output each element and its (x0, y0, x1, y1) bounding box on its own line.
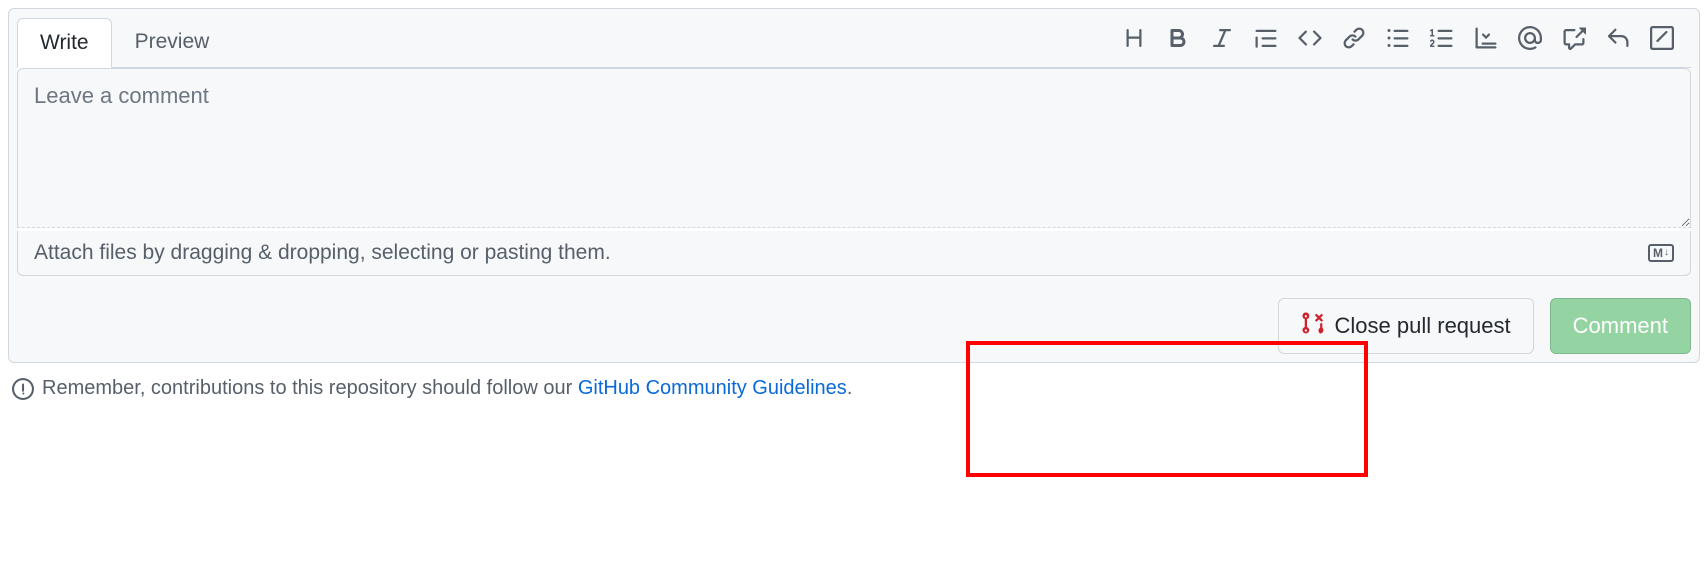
guidelines-link[interactable]: GitHub Community Guidelines (578, 377, 847, 399)
ordered-list-icon[interactable] (1427, 23, 1457, 53)
cross-reference-icon[interactable] (1559, 23, 1589, 53)
markdown-badge-icon[interactable]: M↓ (1648, 244, 1674, 262)
quote-icon[interactable] (1251, 23, 1281, 53)
action-bar: Close pull request Comment (9, 284, 1699, 362)
tab-write[interactable]: Write (17, 18, 112, 68)
info-icon (12, 378, 34, 400)
tabs: Write Preview (17, 17, 232, 67)
tab-preview[interactable]: Preview (112, 17, 233, 67)
heading-icon[interactable] (1119, 23, 1149, 53)
footer-text: Remember, contributions to this reposito… (42, 377, 852, 400)
attach-hint-row[interactable]: Attach files by dragging & dropping, sel… (17, 231, 1691, 276)
comment-button[interactable]: Comment (1550, 298, 1691, 354)
tab-bar: Write Preview (9, 9, 1699, 67)
code-icon[interactable] (1295, 23, 1325, 53)
footer-note: Remember, contributions to this reposito… (8, 363, 1700, 404)
comment-container: Write Preview (8, 8, 1700, 404)
link-icon[interactable] (1339, 23, 1369, 53)
attach-hint-text: Attach files by dragging & dropping, sel… (34, 241, 611, 265)
comment-textarea[interactable] (17, 68, 1691, 228)
close-button-label: Close pull request (1335, 313, 1511, 339)
reply-icon[interactable] (1603, 23, 1633, 53)
italic-icon[interactable] (1207, 23, 1237, 53)
comment-body: Attach files by dragging & dropping, sel… (17, 67, 1691, 276)
formatting-toolbar (1119, 23, 1691, 61)
bold-icon[interactable] (1163, 23, 1193, 53)
footer-suffix: . (847, 377, 853, 399)
git-pull-request-closed-icon (1301, 311, 1325, 341)
comment-box: Write Preview (8, 8, 1700, 363)
footer-prefix: Remember, contributions to this reposito… (42, 377, 578, 399)
unordered-list-icon[interactable] (1383, 23, 1413, 53)
mention-icon[interactable] (1515, 23, 1545, 53)
close-pull-request-button[interactable]: Close pull request (1278, 298, 1534, 354)
textarea-wrap (17, 68, 1691, 231)
task-list-icon[interactable] (1471, 23, 1501, 53)
diff-icon[interactable] (1647, 23, 1677, 53)
